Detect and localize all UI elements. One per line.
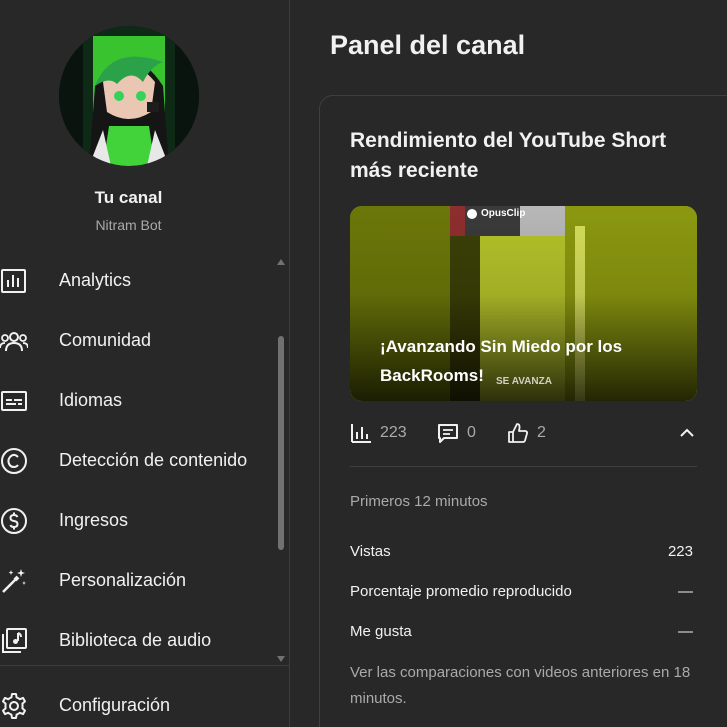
sidebar-item-label: Comunidad <box>59 329 152 350</box>
scroll-up-arrow-icon[interactable] <box>277 259 285 265</box>
opusclip-watermark: OpusClip <box>467 208 525 219</box>
sidebar-item-label: Configuración <box>59 694 171 715</box>
sidebar-item-label: Personalización <box>59 569 187 590</box>
channel-handle: Nitram Bot <box>95 217 162 233</box>
copyright-icon <box>1 448 27 474</box>
sidebar-item-audio-library[interactable]: Biblioteca de audio <box>0 610 275 670</box>
card-divider <box>350 466 697 467</box>
subtitles-icon <box>1 391 27 411</box>
sidebar-item-languages[interactable]: Idiomas <box>0 370 275 430</box>
opusclip-logo-icon <box>467 208 477 219</box>
sidebar-item-earnings[interactable]: Ingresos <box>0 490 275 550</box>
collapse-button[interactable] <box>675 421 699 445</box>
views-count: 223 <box>380 424 407 441</box>
card-title: Rendimiento del YouTube Short más recien… <box>350 129 667 182</box>
sidebar-item-community[interactable]: Comunidad <box>0 310 275 370</box>
likes-count: 2 <box>537 424 546 441</box>
magic-wand-icon <box>2 569 26 593</box>
metric-value-avg-percentage: — <box>678 583 693 600</box>
sidebar-item-content-detection[interactable]: Detección de contenido <box>0 430 275 490</box>
metric-label-avg-percentage: Porcentaje promedio reproducido <box>350 583 572 600</box>
sidebar: Tu canal Nitram Bot Analytics Comunidad <box>0 0 289 727</box>
comment-icon <box>438 424 458 443</box>
nav-divider <box>0 665 289 666</box>
sidebar-item-label: Analytics <box>59 269 132 290</box>
comparison-note: Ver las comparaciones con videos anterio… <box>350 664 691 707</box>
metric-label-views: Vistas <box>350 543 391 560</box>
channel-name: Tu canal <box>94 188 163 207</box>
chevron-up-icon <box>680 428 694 437</box>
sidebar-item-label: Idiomas <box>59 389 123 410</box>
sidebar-item-settings[interactable]: Configuración <box>0 675 275 727</box>
sidebar-item-analytics[interactable]: Analytics <box>0 250 275 310</box>
scroll-down-arrow-icon[interactable] <box>277 656 285 662</box>
period-label: Primeros 12 minutos <box>350 493 488 510</box>
page-title: Panel del canal <box>330 30 526 60</box>
likes-stat[interactable]: 2 <box>507 421 546 445</box>
dollar-icon <box>1 508 27 534</box>
sidebar-item-customization[interactable]: Personalización <box>0 550 275 610</box>
sidebar-item-label: Ingresos <box>59 509 129 530</box>
channel-avatar[interactable] <box>59 26 199 166</box>
metric-value-views: 223 <box>667 543 693 560</box>
short-title[interactable]: ¡Avanzando Sin Miedo por los BackRooms! <box>380 332 670 390</box>
scrollbar-thumb[interactable] <box>278 336 284 550</box>
sidebar-item-label: Detección de contenido <box>59 449 248 470</box>
audio-library-icon <box>2 628 27 653</box>
community-icon <box>0 332 28 352</box>
views-stat[interactable]: 223 <box>350 421 407 445</box>
sidebar-item-label: Biblioteca de audio <box>59 629 212 650</box>
thumbs-up-icon <box>508 423 528 443</box>
comments-stat[interactable]: 0 <box>437 421 476 445</box>
analytics-icon <box>1 269 26 293</box>
metric-value-likes: — <box>678 623 693 640</box>
comments-count: 0 <box>467 424 476 441</box>
avatar-image <box>59 26 199 166</box>
analytics-icon <box>351 424 371 443</box>
sidebar-border <box>289 0 290 727</box>
metric-label-likes: Me gusta <box>350 623 412 640</box>
gear-icon <box>2 693 26 719</box>
